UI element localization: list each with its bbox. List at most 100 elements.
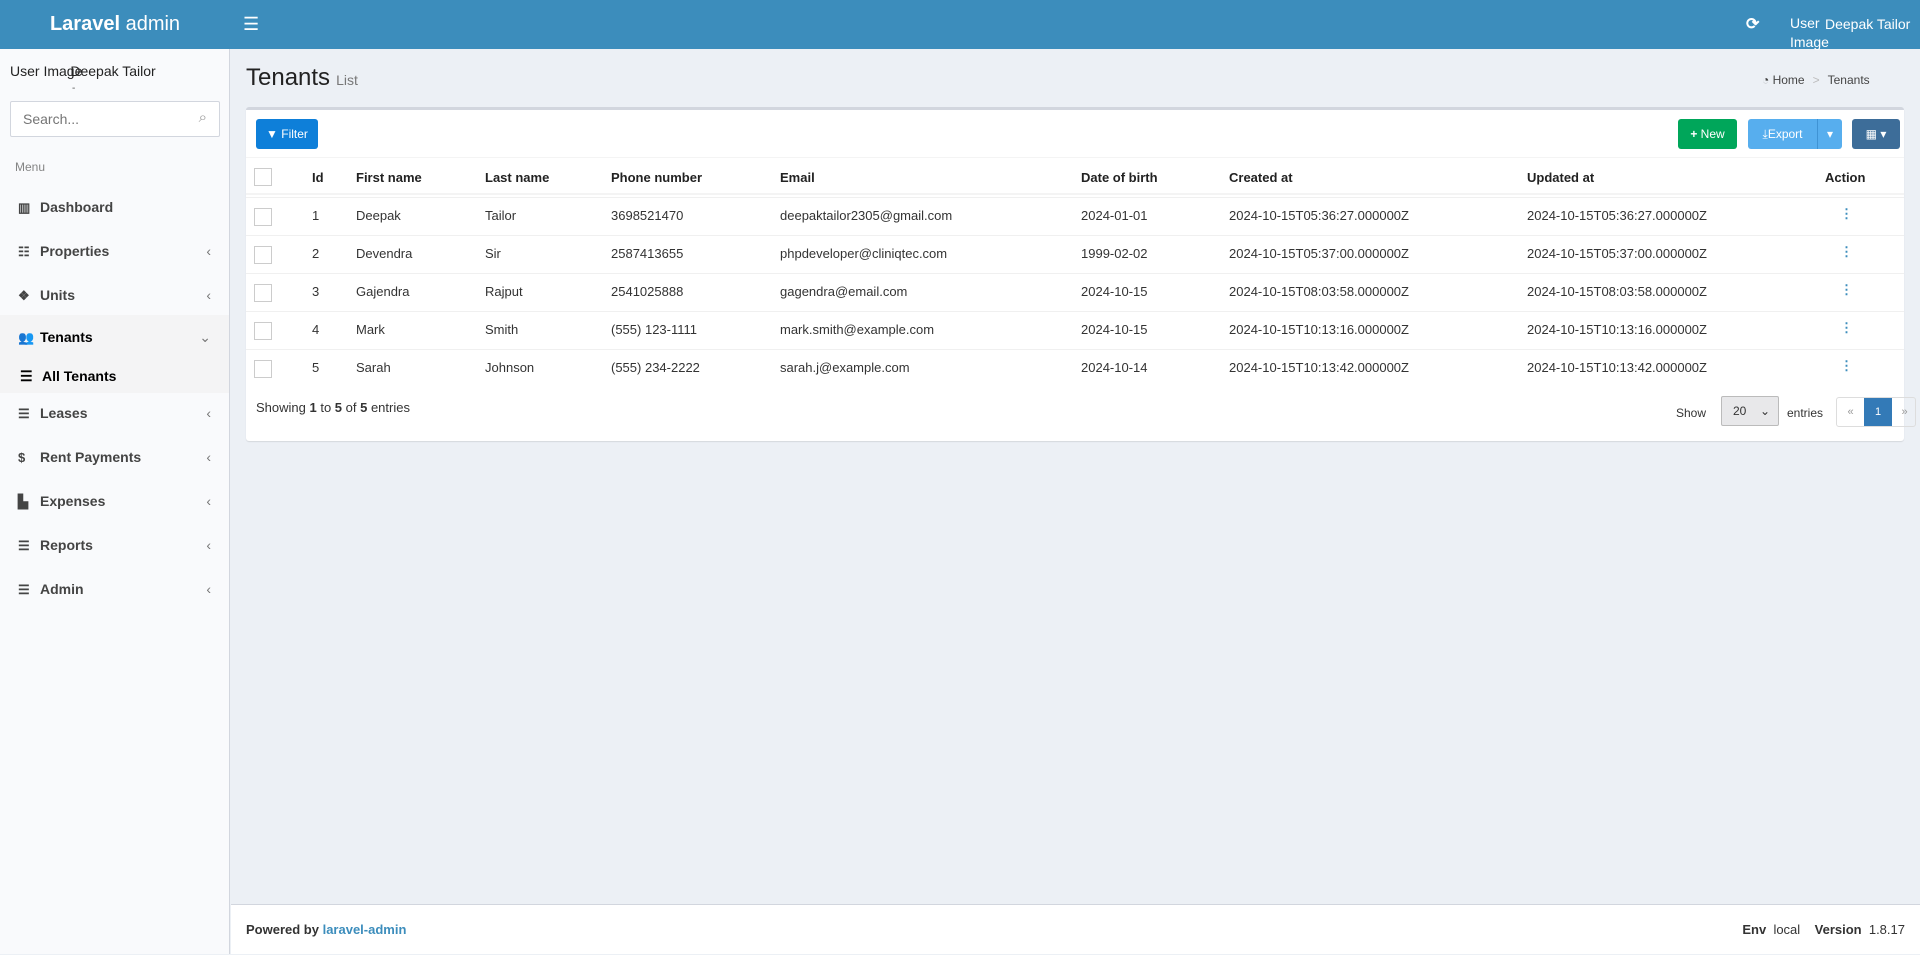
row-actions-icon[interactable]: ⋮ bbox=[1840, 320, 1853, 336]
showing-info: Showing 1 to 5 of 5 entries bbox=[256, 400, 410, 415]
sidebar-item-label: Units bbox=[40, 287, 75, 303]
pagination: « 1 » bbox=[1836, 397, 1916, 427]
logo[interactable]: Laravel admin bbox=[0, 0, 230, 49]
cell-id: 4 bbox=[312, 322, 320, 337]
row-checkbox[interactable] bbox=[254, 284, 272, 302]
sidebar-item-reports[interactable]: ☰ Reports ‹ bbox=[0, 523, 229, 567]
search-icon[interactable]: ⌕ bbox=[199, 109, 207, 126]
sidebar-item-units[interactable]: ❖ Units ‹ bbox=[0, 273, 229, 317]
sidebar-toggle-icon[interactable]: ☰ bbox=[243, 14, 259, 35]
cubes-icon: ❖ bbox=[18, 288, 30, 303]
column-header-last-name: Last name bbox=[485, 170, 550, 185]
footer: Powered by laravel-admin Env local Versi… bbox=[231, 904, 1920, 954]
row-actions-icon[interactable]: ⋮ bbox=[1840, 206, 1853, 222]
filter-button[interactable]: ▼ Filter bbox=[256, 119, 318, 149]
text: of bbox=[342, 400, 361, 415]
columns-selector-button[interactable]: ▦ ▾ bbox=[1852, 119, 1900, 149]
sidebar-item-leases[interactable]: ☰ Leases ‹ bbox=[0, 391, 229, 435]
cell-id: 3 bbox=[312, 284, 320, 299]
column-header-updated-at: Updated at bbox=[1527, 170, 1595, 185]
footer-right: Env local Version 1.8.17 bbox=[1742, 905, 1905, 955]
sidebar-item-label: Admin bbox=[40, 581, 84, 597]
file-icon: ▙ bbox=[18, 494, 28, 509]
sidebar-search: ⌕ bbox=[10, 101, 220, 137]
cell-first-name: Devendra bbox=[356, 246, 413, 261]
sidebar-item-label: Reports bbox=[40, 537, 93, 553]
chevron-left-icon: ‹ bbox=[206, 449, 211, 465]
to: 5 bbox=[334, 400, 343, 415]
cell-updated-at: 2024-10-15T05:36:27.000000Z bbox=[1527, 208, 1707, 223]
row-actions-icon[interactable]: ⋮ bbox=[1840, 244, 1853, 260]
user-avatar[interactable]: User Image bbox=[1790, 14, 1830, 52]
row-actions-icon[interactable]: ⋮ bbox=[1840, 282, 1853, 298]
column-header-action: Action bbox=[1825, 170, 1866, 185]
breadcrumb-home[interactable]: Home bbox=[1773, 73, 1805, 87]
env-label: Env bbox=[1742, 922, 1767, 937]
table-row: 4 Mark Smith (555) 123-1111 mark.smith@examp… bbox=[246, 311, 1904, 349]
user-name[interactable]: Deepak Tailor bbox=[1825, 16, 1910, 32]
sidebar-item-expenses[interactable]: ▙ Expenses ‹ bbox=[0, 479, 229, 523]
sidebar-item-label: Rent Payments bbox=[40, 449, 142, 465]
sidebar-item-label: Expenses bbox=[40, 493, 106, 509]
row-checkbox[interactable] bbox=[254, 322, 272, 340]
cell-last-name: Smith bbox=[485, 322, 519, 337]
column-header-id[interactable]: Id bbox=[312, 170, 324, 185]
sidebar-item-rent-payments[interactable]: $ Rent Payments ‹ bbox=[0, 435, 229, 479]
page-subtitle: List bbox=[336, 72, 358, 88]
refresh-icon[interactable]: ⟳ bbox=[1746, 14, 1759, 34]
row-actions-icon[interactable]: ⋮ bbox=[1840, 358, 1853, 374]
row-checkbox[interactable] bbox=[254, 246, 272, 264]
page-1-button[interactable]: 1 bbox=[1864, 398, 1892, 426]
prev-page-button[interactable]: « bbox=[1837, 398, 1864, 426]
new-button[interactable]: + New bbox=[1678, 119, 1737, 149]
sidebar: User ImageDeepak Tailor - ⌕ Menu ▥ Dashbo… bbox=[0, 49, 230, 954]
search-input[interactable] bbox=[23, 111, 183, 127]
bars-icon: ☰ bbox=[20, 368, 33, 384]
cell-updated-at: 2024-10-15T10:13:42.000000Z bbox=[1527, 360, 1707, 375]
cell-email: phpdeveloper@cliniqtec.com bbox=[780, 246, 948, 261]
chevron-down-icon: ⌄ bbox=[1759, 404, 1770, 418]
cell-first-name: Mark bbox=[356, 322, 385, 337]
sidebar-item-label: All Tenants bbox=[42, 368, 117, 384]
cell-phone: 3698521470 bbox=[611, 208, 684, 223]
users-icon: 👥 bbox=[18, 330, 35, 345]
select-all-checkbox[interactable] bbox=[254, 168, 272, 186]
per-page-select[interactable]: 20 ⌄ bbox=[1721, 396, 1779, 426]
row-checkbox[interactable] bbox=[254, 208, 272, 226]
table-row: 1 Deepak Tailor 3698521470 deepaktailor2305@… bbox=[246, 197, 1904, 235]
bar-chart-icon: ▥ bbox=[18, 200, 31, 215]
powered-by: Powered by bbox=[246, 922, 323, 937]
table-header: Id First name Last name Phone number Ema… bbox=[246, 157, 1904, 195]
next-page-button[interactable]: » bbox=[1892, 398, 1915, 426]
row-checkbox[interactable] bbox=[254, 360, 272, 378]
chevron-left-icon: ‹ bbox=[206, 581, 211, 597]
chevron-left-icon: ‹ bbox=[206, 493, 211, 509]
table-row: 3 Gajendra Rajput 2541025888 gagendra@email.… bbox=[246, 273, 1904, 311]
page-title: Tenants List bbox=[246, 64, 358, 92]
show-label: Show bbox=[1676, 406, 1707, 420]
text: Showing bbox=[256, 400, 310, 415]
export-dropdown-button[interactable]: ▾ bbox=[1817, 119, 1842, 149]
sidebar-subitem-all-tenants[interactable]: ☰ All Tenants bbox=[0, 359, 229, 393]
entries-label: entries bbox=[1787, 406, 1824, 420]
export-button[interactable]: ⤓Export bbox=[1748, 119, 1817, 149]
cell-first-name: Gajendra bbox=[356, 284, 410, 299]
menu-header: Menu bbox=[15, 160, 46, 174]
cell-dob: 2024-10-15 bbox=[1081, 284, 1148, 299]
user-name: Deepak Tailor bbox=[70, 63, 156, 79]
laravel-admin-link[interactable]: laravel-admin bbox=[323, 922, 407, 937]
cell-id: 1 bbox=[312, 208, 320, 223]
sidebar-item-properties[interactable]: ☷ Properties ‹ bbox=[0, 229, 229, 273]
breadcrumb: ◔ Home > Tenants bbox=[1762, 73, 1870, 87]
table-icon: ▦ ▾ bbox=[1865, 127, 1887, 141]
grid-box: ▼ Filter + New ⤓Export ▾ ▦ ▾ Id First na… bbox=[246, 107, 1916, 441]
cell-phone: (555) 123-1111 bbox=[611, 322, 698, 337]
per-page-value: 20 bbox=[1733, 404, 1747, 418]
sidebar-item-dashboard[interactable]: ▥ Dashboard bbox=[0, 185, 229, 229]
sidebar-item-admin[interactable]: ☰ Admin ‹ bbox=[0, 567, 229, 611]
cell-created-at: 2024-10-15T05:36:27.000000Z bbox=[1229, 208, 1409, 223]
cell-email: deepaktailor2305@gmail.com bbox=[780, 208, 953, 223]
top-navbar: Laravel admin ☰ ⟳ User Image Deepak Tail… bbox=[0, 0, 1920, 52]
sidebar-item-tenants[interactable]: 👥 Tenants ⌄ bbox=[0, 315, 229, 359]
cell-id: 5 bbox=[312, 360, 320, 375]
